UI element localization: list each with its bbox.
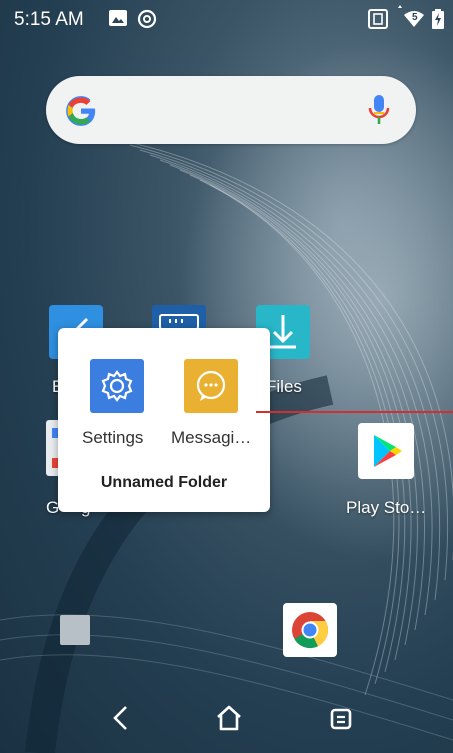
at-icon xyxy=(137,9,157,34)
app-label-play-store: Play Sto… xyxy=(346,498,427,517)
wifi-icon xyxy=(392,5,428,34)
folder-app-label-settings: Settings xyxy=(82,428,144,447)
mic-icon[interactable] xyxy=(368,94,390,131)
chrome-icon xyxy=(283,603,337,657)
back-icon[interactable] xyxy=(108,703,132,738)
wifi-band-label: 5 xyxy=(412,12,418,23)
folder-app-settings[interactable] xyxy=(90,359,144,418)
status-time: 5:15 AM xyxy=(14,9,84,30)
square-placeholder-icon xyxy=(60,615,90,645)
google-g-icon xyxy=(64,94,98,133)
home-app-chrome[interactable] xyxy=(283,603,337,662)
home-icon[interactable] xyxy=(214,703,244,738)
recents-icon[interactable] xyxy=(328,703,354,738)
folder-app-label-messaging: Messagi… xyxy=(171,428,252,447)
play-store-icon xyxy=(358,423,414,479)
home-app-placeholder[interactable] xyxy=(60,615,90,650)
folder-app-messaging[interactable] xyxy=(184,359,238,418)
folder-popup: Settings Messagi… Unnamed Folder xyxy=(58,328,270,512)
google-search-bar[interactable] xyxy=(46,76,416,144)
image-icon xyxy=(108,9,128,32)
battery-icon xyxy=(432,9,444,34)
home-app-play-store[interactable]: Play Sto… xyxy=(346,423,426,517)
red-indicator-line xyxy=(256,411,453,413)
status-bar: 5:15 AM 5 xyxy=(0,0,453,36)
chat-bubble-icon xyxy=(184,359,238,413)
app-label-files: Files xyxy=(266,377,302,396)
nfc-icon xyxy=(368,9,388,34)
settings-gear-icon xyxy=(90,359,144,413)
folder-name[interactable]: Unnamed Folder xyxy=(58,474,270,492)
navigation-bar xyxy=(0,693,453,753)
